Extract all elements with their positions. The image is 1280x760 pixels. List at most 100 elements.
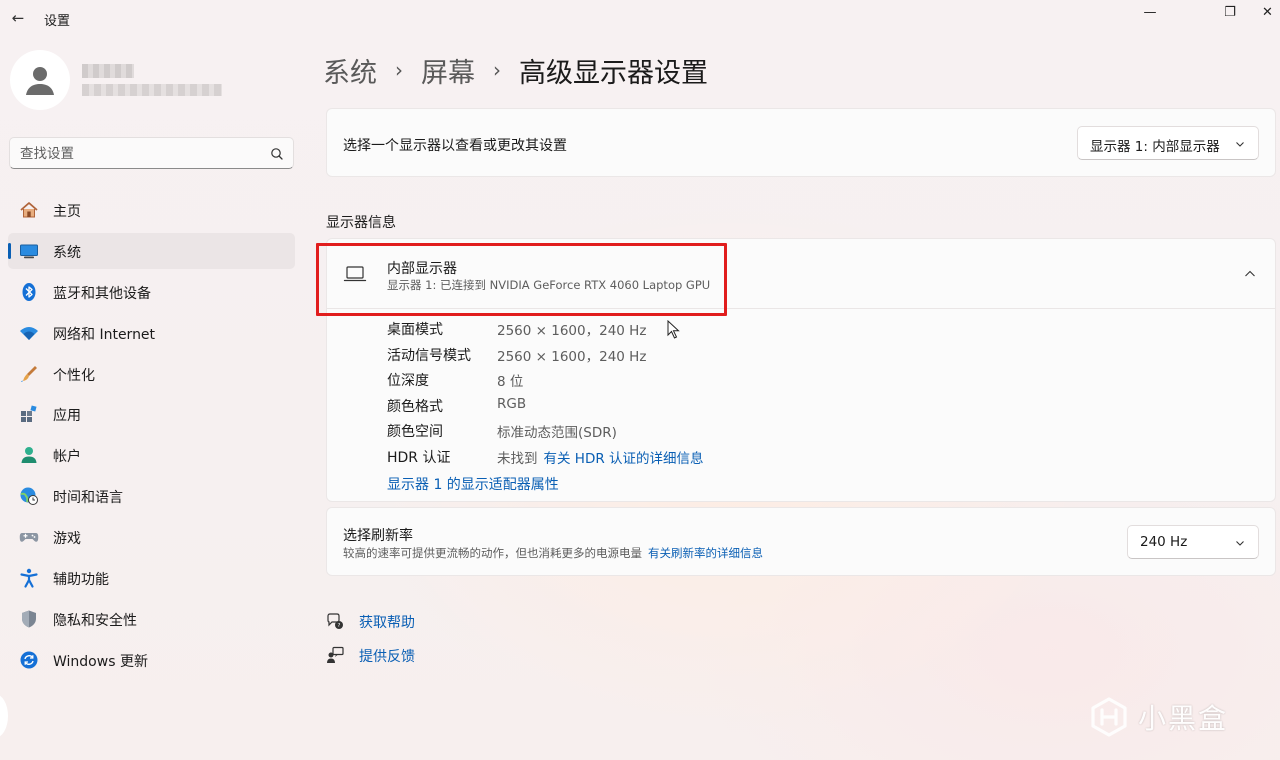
brush-icon: [18, 364, 40, 384]
sidebar-item-accessibility[interactable]: 辅助功能: [8, 560, 295, 596]
app-title: 设置: [44, 14, 71, 29]
sidebar-item-bluetooth[interactable]: 蓝牙和其他设备: [8, 274, 295, 310]
help-icon: ?: [327, 613, 343, 629]
property-key: 颜色空间: [387, 424, 443, 440]
display-adapter-properties-link[interactable]: 显示器 1 的显示适配器属性: [387, 474, 559, 494]
restore-button[interactable]: ❐: [1210, 0, 1250, 24]
property-row-active-signal: 活动信号模式 2560 × 1600，240 Hz: [387, 345, 1247, 365]
feedback-link[interactable]: 提供反馈: [326, 644, 415, 666]
property-key: 颜色格式: [387, 399, 443, 415]
home-icon: [18, 200, 40, 220]
sidebar-item-network[interactable]: 网络和 Internet: [8, 315, 295, 351]
sidebar-item-home[interactable]: 主页: [8, 192, 295, 228]
minimize-button[interactable]: —: [1130, 0, 1170, 24]
monitor-dropdown[interactable]: 显示器 1: 内部显示器: [1077, 126, 1259, 160]
property-row-desktop-mode: 桌面模式 2560 × 1600，240 Hz: [387, 319, 1247, 339]
accessibility-icon: [18, 568, 40, 588]
apps-icon: [18, 404, 40, 424]
back-button[interactable]: ←: [8, 8, 28, 28]
sidebar-item-label: 时间和语言: [53, 490, 123, 507]
sidebar-item-label: 辅助功能: [53, 572, 109, 589]
wifi-icon: [18, 323, 40, 343]
property-row-color-format: 颜色格式 RGB: [387, 396, 1247, 416]
property-key: 活动信号模式: [387, 348, 471, 364]
xiaoheihe-logo-icon: [1091, 697, 1127, 737]
feedback-label: 提供反馈: [359, 649, 415, 665]
property-value: 2560 × 1600，240 Hz: [497, 349, 647, 365]
sidebar-item-system[interactable]: 系统: [8, 232, 295, 269]
property-row-hdr: HDR 认证 未找到 有关 HDR 认证的详细信息: [387, 447, 1247, 467]
sidebar-item-label: 应用: [53, 408, 81, 425]
user-profile[interactable]: [10, 50, 290, 112]
monitor-icon: [18, 241, 40, 261]
refresh-rate-title: 选择刷新率: [343, 528, 413, 544]
breadcrumb: 系统 › 屏幕 › 高级显示器设置: [323, 50, 708, 90]
account-icon: [18, 445, 40, 465]
user-icon: [26, 67, 54, 95]
property-value: 未找到 有关 HDR 认证的详细信息: [497, 447, 704, 467]
sidebar-item-label: 个性化: [53, 367, 95, 384]
blurred-user-name: [82, 64, 134, 78]
monitor-select-label: 选择一个显示器以查看或更改其设置: [343, 138, 567, 154]
breadcrumb-display[interactable]: 屏幕: [421, 51, 475, 90]
monitor-select-card: 选择一个显示器以查看或更改其设置 显示器 1: 内部显示器: [326, 108, 1276, 177]
refresh-rate-description: 较高的速率可提供更流畅的动作，但也消耗更多的电源电量 有关刷新率的详细信息: [343, 545, 763, 561]
property-key: 位深度: [387, 373, 429, 389]
sidebar-item-label: 游戏: [53, 531, 81, 548]
sidebar-item-label: 主页: [53, 204, 81, 220]
search-input[interactable]: [20, 144, 260, 164]
back-arrow-icon: ←: [11, 9, 25, 27]
minimize-icon: —: [1143, 4, 1157, 20]
chevron-down-icon: [1236, 142, 1244, 147]
shield-icon: [18, 609, 40, 629]
blurred-user-email: [82, 84, 222, 96]
get-help-link[interactable]: ? 获取帮助: [326, 610, 415, 632]
sidebar-item-label: Windows 更新: [53, 653, 148, 670]
sidebar-item-label: 系统: [53, 244, 81, 261]
page-title: 高级显示器设置: [519, 57, 708, 89]
sidebar-nav: 主页 系统 蓝牙和其他设备 网络和 Internet 个性化 应用 帐户 时间和…: [8, 192, 295, 683]
bluetooth-icon: [18, 282, 40, 302]
gamepad-icon: [18, 527, 40, 547]
sidebar-item-label: 网络和 Internet: [53, 326, 156, 343]
property-key: 桌面模式: [387, 322, 443, 338]
display-info-section-title: 显示器信息: [326, 215, 396, 231]
breadcrumb-system[interactable]: 系统: [323, 51, 377, 90]
refresh-rate-dropdown[interactable]: 240 Hz: [1127, 525, 1259, 559]
hdr-status: 未找到: [497, 451, 538, 467]
sidebar-item-apps[interactable]: 应用: [8, 396, 295, 432]
chevron-up-icon[interactable]: [1243, 267, 1257, 281]
sidebar-item-gaming[interactable]: 游戏: [8, 519, 295, 555]
close-icon: ✕: [1262, 4, 1273, 20]
feedback-icon: [327, 646, 344, 663]
sidebar-item-personalization[interactable]: 个性化: [8, 356, 295, 392]
chevron-right-icon: ›: [493, 58, 501, 82]
edge-decoration: [0, 694, 8, 738]
watermark-text: 小黑盒: [1138, 702, 1229, 735]
chevron-right-icon: ›: [395, 58, 403, 82]
svg-text:?: ?: [338, 623, 341, 629]
property-value: 标准动态范围(SDR): [497, 425, 617, 441]
refresh-rate-card: 选择刷新率 较高的速率可提供更流畅的动作，但也消耗更多的电源电量 有关刷新率的详细…: [326, 507, 1276, 576]
title-bar: ← 设置 — ❐ ✕: [0, 0, 1280, 36]
property-value: RGB: [497, 396, 527, 412]
property-value: 8 位: [497, 374, 524, 390]
refresh-rate-details-link[interactable]: 有关刷新率的详细信息: [648, 546, 763, 560]
globe-clock-icon: [18, 486, 40, 506]
sidebar-item-windows-update[interactable]: Windows 更新: [8, 642, 295, 678]
property-key: HDR 认证: [387, 450, 451, 466]
settings-window: ← 设置 — ❐ ✕ 查找设置 主页 系统 蓝牙和其他设备 网络和 Intern…: [0, 0, 1280, 760]
hdr-details-link[interactable]: 有关 HDR 认证的详细信息: [544, 451, 704, 467]
property-value: 2560 × 1600，240 Hz: [497, 323, 647, 339]
get-help-label: 获取帮助: [359, 615, 415, 631]
watermark: 小黑盒: [1088, 696, 1228, 738]
sidebar-item-accounts[interactable]: 帐户: [8, 437, 295, 473]
property-row-bit-depth: 位深度 8 位: [387, 370, 1247, 390]
search-icon[interactable]: [268, 145, 286, 163]
sidebar-item-privacy-security[interactable]: 隐私和安全性: [8, 601, 295, 637]
sidebar-item-time-language[interactable]: 时间和语言: [8, 478, 295, 514]
refresh-rate-description-text: 较高的速率可提供更流畅的动作，但也消耗更多的电源电量: [343, 546, 642, 560]
search-box: [9, 137, 294, 169]
update-icon: [18, 650, 40, 670]
close-button[interactable]: ✕: [1255, 0, 1280, 24]
